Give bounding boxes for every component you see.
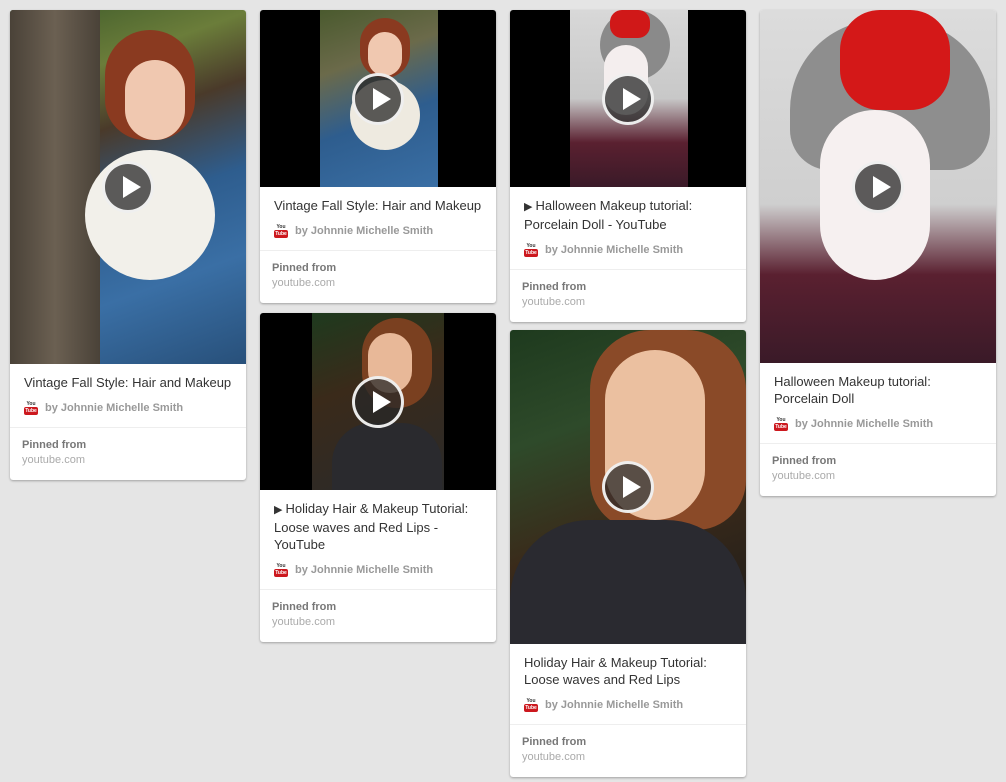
play-button[interactable] [852, 160, 904, 213]
youtube-icon: You Tube [524, 243, 538, 257]
author-name[interactable]: by Johnnie Michelle Smith [295, 564, 433, 576]
youtube-icon: You Tube [774, 417, 788, 431]
pin-image[interactable] [260, 313, 496, 490]
author-name[interactable]: by Johnnie Michelle Smith [295, 225, 433, 237]
pin-source[interactable]: Pinned from youtube.com [260, 589, 496, 642]
pin-description[interactable]: Holiday Hair & Makeup Tutorial: Loose wa… [510, 644, 746, 698]
source-domain[interactable]: youtube.com [772, 469, 984, 484]
pin-card[interactable]: Holiday Hair & Makeup Tutorial: Loose wa… [510, 330, 746, 777]
author-name[interactable]: by Johnnie Michelle Smith [45, 402, 183, 414]
source-domain[interactable]: youtube.com [522, 295, 734, 310]
top-shape [510, 520, 746, 644]
pinned-from-label: Pinned from [522, 736, 587, 748]
play-button[interactable] [102, 161, 154, 213]
youtube-icon: You Tube [274, 563, 288, 577]
source-domain[interactable]: youtube.com [522, 750, 734, 765]
pin-attribution[interactable]: You Tube by Johnnie Michelle Smith [510, 698, 746, 724]
play-button[interactable] [352, 375, 404, 428]
youtube-icon: You Tube [24, 401, 38, 415]
pin-image[interactable] [510, 10, 746, 187]
pin-description[interactable]: Vintage Fall Style: Hair and Makeup [10, 364, 246, 401]
source-domain[interactable]: youtube.com [272, 276, 484, 291]
pin-description[interactable]: Vintage Fall Style: Hair and Makeup [260, 187, 496, 224]
pin-source[interactable]: Pinned from youtube.com [760, 443, 996, 496]
pin-card[interactable]: ▶ Halloween Makeup tutorial: Porcelain Do… [510, 10, 746, 322]
youtube-icon: You Tube [274, 224, 288, 238]
author-name[interactable]: by Johnnie Michelle Smith [545, 244, 683, 256]
red-bow [840, 10, 950, 110]
play-glyph: ▶ [274, 504, 283, 516]
pin-card[interactable]: Vintage Fall Style: Hair and Makeup You … [10, 10, 246, 480]
source-domain[interactable]: youtube.com [22, 453, 234, 468]
pin-attribution[interactable]: You Tube by Johnnie Michelle Smith [260, 563, 496, 589]
pinned-from-label: Pinned from [772, 455, 837, 467]
pin-image[interactable] [760, 10, 996, 363]
pin-attribution[interactable]: You Tube by Johnnie Michelle Smith [10, 401, 246, 427]
pin-attribution[interactable]: You Tube by Johnnie Michelle Smith [260, 224, 496, 250]
pin-attribution[interactable]: You Tube by Johnnie Michelle Smith [510, 243, 746, 269]
tree-trunk [10, 10, 100, 364]
pin-card[interactable]: ▶ Holiday Hair & Makeup Tutorial: Loose w… [260, 313, 496, 642]
author-name[interactable]: by Johnnie Michelle Smith [545, 699, 683, 711]
pin-description[interactable]: ▶ Holiday Hair & Makeup Tutorial: Loose w… [260, 490, 496, 563]
pin-image[interactable] [510, 330, 746, 644]
pinned-from-label: Pinned from [272, 601, 337, 613]
play-button[interactable] [602, 461, 654, 513]
source-domain[interactable]: youtube.com [272, 615, 484, 630]
pin-card[interactable]: Halloween Makeup tutorial: Porcelain Dol… [760, 10, 996, 496]
pin-source[interactable]: Pinned from youtube.com [510, 269, 746, 322]
pin-description[interactable]: ▶ Halloween Makeup tutorial: Porcelain Do… [510, 187, 746, 243]
play-glyph: ▶ [524, 201, 533, 213]
pin-image[interactable] [10, 10, 246, 364]
pin-card[interactable]: Vintage Fall Style: Hair and Makeup You … [260, 10, 496, 303]
pinned-from-label: Pinned from [522, 281, 587, 293]
pin-source[interactable]: Pinned from youtube.com [510, 724, 746, 777]
face-shape [125, 60, 185, 140]
pin-image[interactable] [260, 10, 496, 187]
play-button[interactable] [352, 72, 404, 125]
play-button[interactable] [602, 72, 654, 125]
pinned-from-label: Pinned from [22, 439, 87, 451]
pin-source[interactable]: Pinned from youtube.com [10, 427, 246, 480]
pin-source[interactable]: Pinned from youtube.com [260, 250, 496, 303]
pinned-from-label: Pinned from [272, 262, 337, 274]
scarf-shape [85, 150, 215, 280]
pin-description[interactable]: Halloween Makeup tutorial: Porcelain Dol… [760, 363, 996, 417]
youtube-icon: You Tube [524, 698, 538, 712]
pin-attribution[interactable]: You Tube by Johnnie Michelle Smith [760, 417, 996, 443]
author-name[interactable]: by Johnnie Michelle Smith [795, 418, 933, 430]
